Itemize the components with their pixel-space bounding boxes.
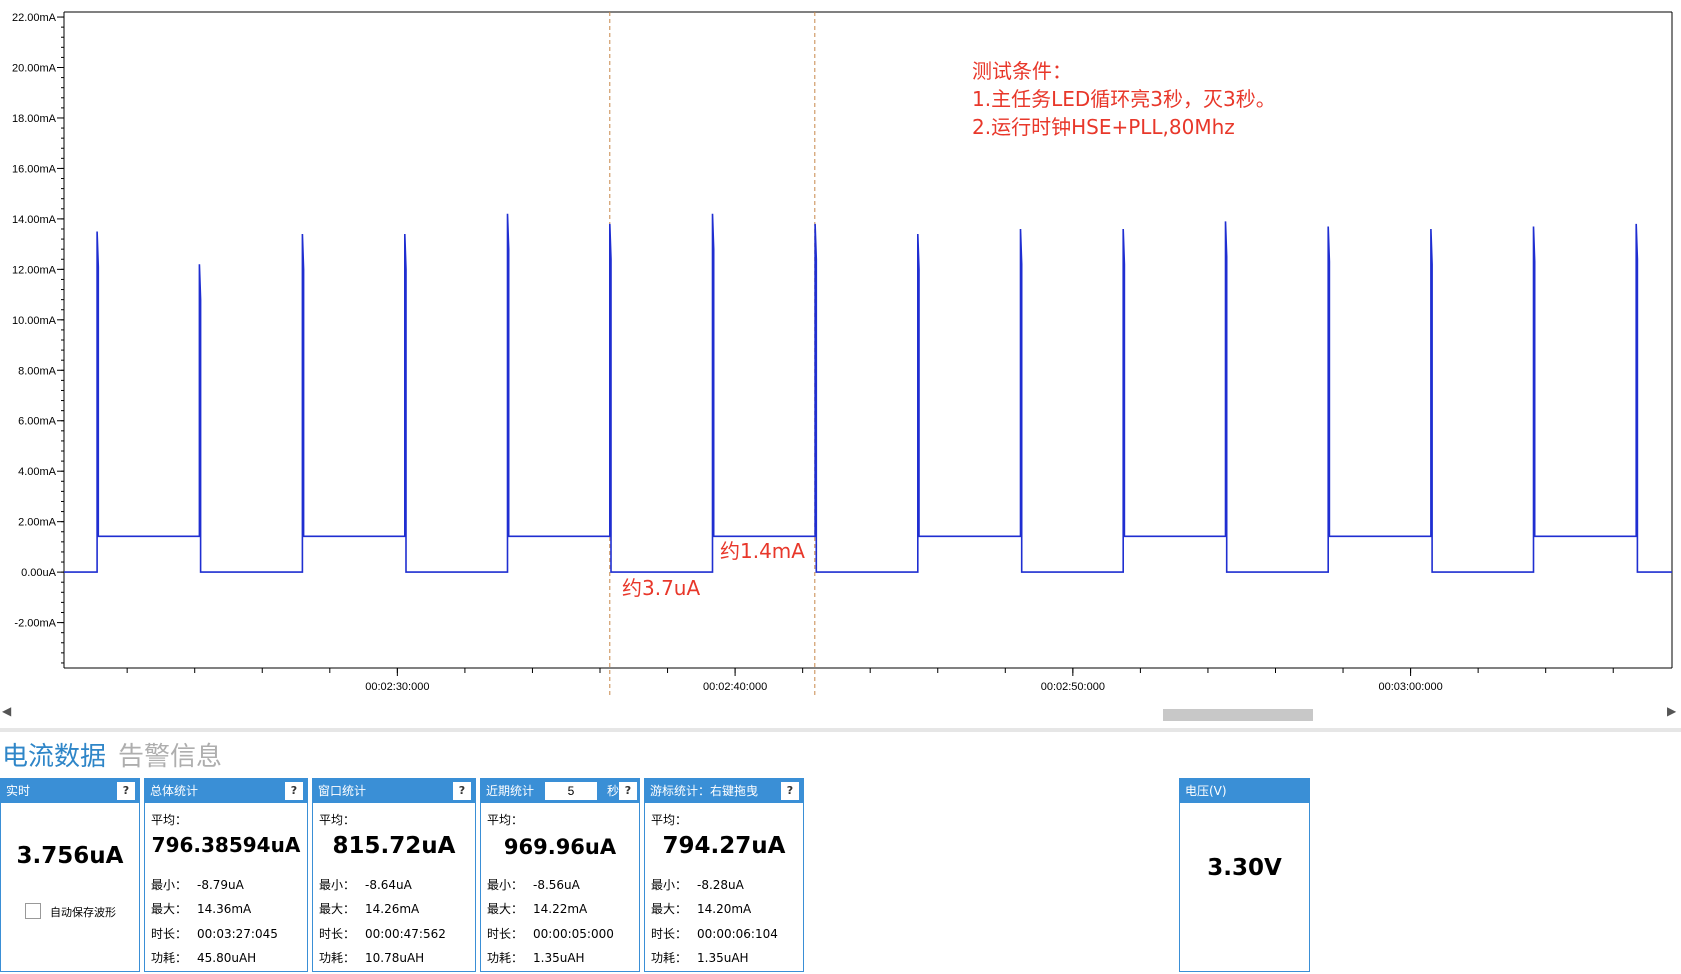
divider — [0, 728, 1681, 732]
voltage-value: 3.30V — [1207, 855, 1282, 881]
realtime-panel: 实时? 3.756uA 自动保存波形 — [0, 778, 140, 972]
panel-header: 实时? — [1, 779, 139, 803]
low-level-label: 约3.7uA — [622, 576, 700, 600]
help-button[interactable]: ? — [117, 782, 135, 800]
min-row: 最小： -8.56uA — [487, 878, 580, 892]
avg-label: 平均： — [487, 813, 524, 827]
overall-stats-panel: 总体统计? 平均： 796.38594uA 最小： -8.79uA 最大： 14.3… — [144, 778, 308, 972]
energy-row: 功耗： 45.80uAH — [151, 951, 257, 965]
y-tick-label: 0.00uA — [21, 567, 57, 579]
test-condition-line: 测试条件： — [972, 59, 1072, 83]
min-row: 最小： -8.28uA — [651, 878, 744, 892]
overall-avg-value: 796.38594uA — [151, 833, 301, 857]
high-level-label: 约1.4mA — [720, 539, 805, 563]
scrollbar-thumb[interactable] — [1163, 709, 1313, 721]
voltage-panel: 电压(V) 3.30V — [1179, 778, 1310, 972]
panel-header: 游标统计：右键拖曳? — [645, 779, 803, 803]
cursor-avg-value: 794.27uA — [662, 833, 786, 859]
window-avg-value: 815.72uA — [332, 833, 456, 859]
panel-title: 总体统计 — [150, 784, 199, 798]
y-tick-label: 10.00mA — [12, 315, 57, 327]
y-tick-label: 14.00mA — [12, 214, 57, 226]
max-row: 最大： 14.20mA — [651, 902, 752, 916]
cursor-stats-panel: 游标统计：右键拖曳? 平均： 794.27uA 最小： -8.28uA 最大： 14… — [644, 778, 804, 972]
help-button[interactable]: ? — [285, 782, 303, 800]
x-tick-label: 00:02:30:000 — [365, 681, 429, 693]
y-tick-label: 6.00mA — [18, 416, 57, 428]
avg-label: 平均： — [651, 813, 688, 827]
duration-row: 时长： 00:00:47:562 — [319, 927, 446, 941]
panel-header: 近期统计 秒? — [481, 779, 639, 803]
x-tick-label: 00:02:40:000 — [703, 681, 767, 693]
current-waveform-chart[interactable]: 22.00mA 20.00mA 18.00mA 16.00mA 14.00mA 12.00… — [0, 0, 1681, 700]
avg-label: 平均： — [151, 813, 188, 827]
y-tick-label: 4.00mA — [18, 466, 57, 478]
max-row: 最大： 14.36mA — [151, 902, 252, 916]
y-tick-label: 8.00mA — [18, 365, 57, 377]
x-tick-label: 00:02:50:000 — [1041, 681, 1105, 693]
realtime-value: 3.756uA — [16, 843, 124, 869]
duration-row: 时长： 00:00:05:000 — [487, 927, 614, 941]
panel-header: 总体统计? — [145, 779, 307, 803]
min-row: 最小： -8.79uA — [151, 878, 244, 892]
y-tick-label: 12.00mA — [12, 264, 57, 276]
y-tick-label: 16.00mA — [12, 163, 57, 175]
panel-title: 电压(V) — [1185, 784, 1227, 798]
tab-alarm-info[interactable]: 告警信息 — [118, 742, 222, 772]
y-tick-label: 22.00mA — [12, 12, 57, 24]
max-row: 最大： 14.26mA — [319, 902, 420, 916]
energy-row: 功耗： 1.35uAH — [487, 951, 585, 965]
min-row: 最小： -8.64uA — [319, 878, 412, 892]
energy-row: 功耗： 1.35uAH — [651, 951, 749, 965]
test-condition-line: 1.主任务LED循环亮3秒，灭3秒。 — [972, 87, 1276, 111]
recent-seconds-input[interactable] — [545, 782, 597, 800]
y-tick-label: 2.00mA — [18, 517, 57, 529]
horizontal-scrollbar[interactable]: ◀ ▶ — [0, 700, 1681, 722]
tab-current-data[interactable]: 电流数据 — [2, 742, 106, 772]
help-button[interactable]: ? — [619, 782, 637, 800]
max-row: 最大： 14.22mA — [487, 902, 588, 916]
panel-title: 实时 — [6, 784, 31, 798]
data-tabs: 电流数据 告警信息 — [2, 736, 234, 773]
recent-avg-value: 969.96uA — [503, 835, 617, 859]
test-condition-line: 2.运行时钟HSE+PLL,80Mhz — [972, 115, 1235, 139]
panel-header: 电压(V) — [1180, 779, 1309, 803]
autosave-checkbox[interactable] — [25, 903, 41, 919]
duration-row: 时长： 00:03:27:045 — [151, 927, 278, 941]
help-button[interactable]: ? — [781, 782, 799, 800]
panel-title: 游标统计：右键拖曳 — [650, 784, 759, 798]
y-tick-label: -2.00mA — [14, 618, 56, 630]
recent-stats-panel: 近期统计 秒? 平均： 969.96uA 最小：-8.56uA 最大：14.22m… — [480, 778, 640, 972]
panel-header: 窗口统计? — [313, 779, 475, 803]
scroll-left-icon[interactable]: ◀ — [2, 704, 11, 718]
autosave-label: 自动保存波形 — [50, 906, 116, 919]
scroll-right-icon[interactable]: ▶ — [1667, 704, 1676, 718]
help-button[interactable]: ? — [453, 782, 471, 800]
energy-row: 功耗： 10.78uAH — [319, 951, 425, 965]
y-tick-label: 20.00mA — [12, 63, 57, 75]
panel-title: 近期统计 — [486, 784, 535, 798]
x-tick-label: 00:03:00:000 — [1378, 681, 1442, 693]
y-tick-label: 18.00mA — [12, 113, 57, 125]
duration-row: 时长： 00:00:06:104 — [651, 927, 778, 941]
avg-label: 平均： — [319, 813, 356, 827]
seconds-unit: 秒 — [607, 784, 620, 798]
current-trace — [64, 213, 1672, 573]
panel-title: 窗口统计 — [318, 784, 367, 798]
window-stats-panel: 窗口统计? 平均： 815.72uA 最小： -8.64uA 最大： 14.26mA… — [312, 778, 476, 972]
